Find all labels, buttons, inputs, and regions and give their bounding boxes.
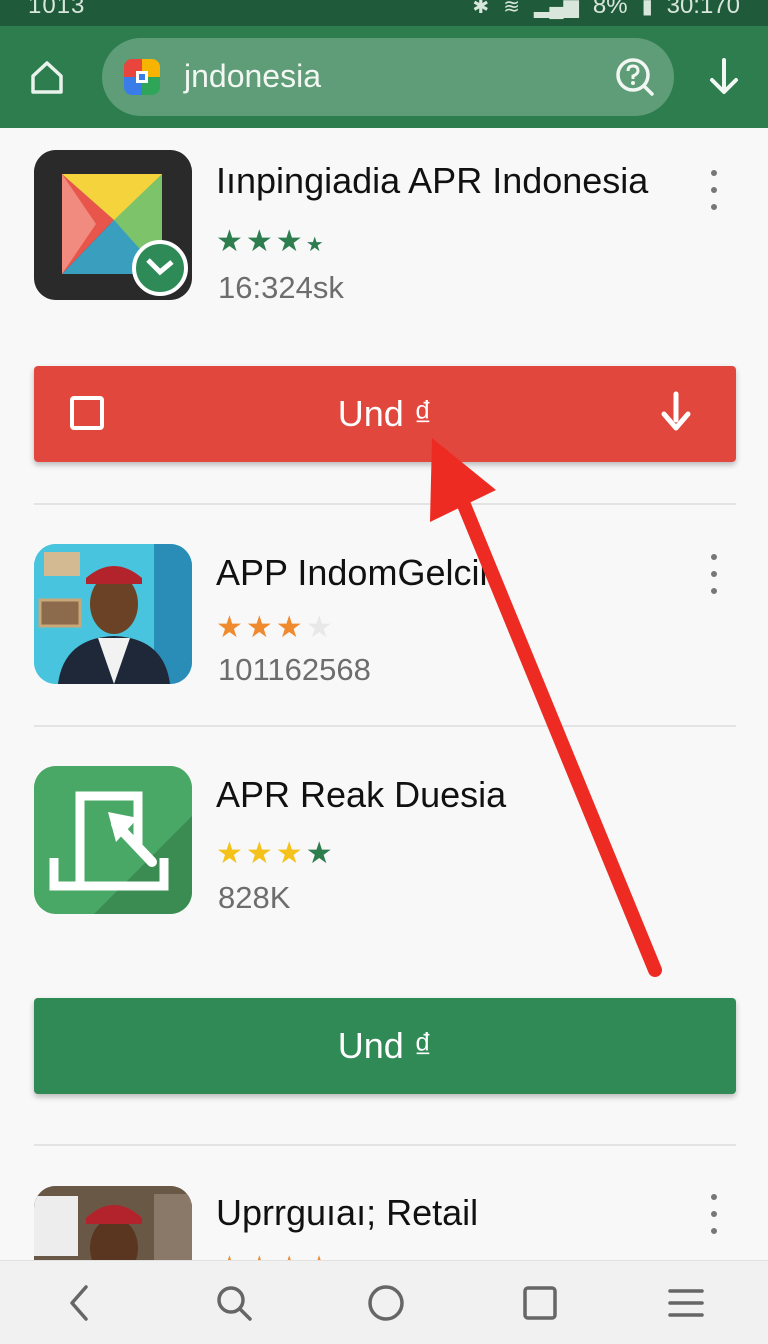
recents-button[interactable] [518,1281,562,1325]
red-action-button[interactable]: Und ₫ [34,366,736,462]
battery-percent: 8% [592,0,628,19]
app-downloads: 16:324sk [218,270,344,305]
back-button[interactable] [58,1281,102,1325]
divider [34,503,736,505]
list-item[interactable]: APR Reak Duesia ★★★★ 828K [0,766,768,926]
app-icon [34,766,192,914]
status-bar: 1013 ✱ ≋ ▂▄▆ 8% ▮ 30:170 [0,0,768,26]
rating-stars: ★★★★ [216,836,336,871]
star-icon: ★★★ [216,611,306,644]
wifi-icon: ≋ [503,0,520,18]
checkbox-icon[interactable] [70,396,104,430]
menu-icon [668,1289,704,1317]
star-icon: ★★★★ [216,1251,336,1260]
list-item[interactable]: APP IndomGelcil ★★★★ 101162568 [0,544,768,694]
half-star-icon: ★ [305,234,327,256]
bottom-nav-bar [0,1260,768,1344]
home-button[interactable] [24,54,70,100]
divider [34,725,736,727]
nav-home-button[interactable] [364,1281,408,1325]
status-icons: ✱ ≋ ▂▄▆ 8% ▮ 30:170 [472,0,740,20]
list-item[interactable]: Uprrguıaı; Retail ★★★★ [0,1184,768,1260]
top-toolbar: jndonesia [0,26,768,128]
empty-star-icon: ★ [305,611,336,644]
download-arrow-icon [656,390,696,436]
signal-icon: ▂▄▆ [533,0,579,18]
search-query[interactable]: jndonesia [184,58,321,95]
app-icon [34,150,192,300]
app-downloads: 828K [218,880,291,915]
status-time-left: 1013 [28,0,86,19]
overflow-menu-icon[interactable] [702,1194,726,1234]
back-icon [70,1285,88,1321]
app-downloads: 101162568 [218,652,371,687]
status-clock: 30:170 [666,0,740,19]
divider [34,1144,736,1146]
search-icon [217,1286,252,1321]
home-circle-icon [368,1285,404,1321]
nav-search-button[interactable] [212,1281,256,1325]
download-icon [710,58,738,94]
star-icon: ★★★ [216,225,306,258]
help-icon [616,58,654,96]
star-icon: ★ [305,837,336,870]
green-action-label: Und ₫ [337,1025,433,1066]
bluetooth-icon: ✱ [472,0,490,18]
app-title[interactable]: Iınpingiadia APR Indonesia [216,160,648,202]
overflow-menu-icon[interactable] [702,554,726,594]
app-icon-photo [34,544,192,684]
search-bar[interactable]: jndonesia [102,38,674,116]
help-button[interactable] [614,56,656,98]
green-action-button[interactable]: Und ₫ [34,998,736,1094]
app-list[interactable]: Iınpingiadia APR Indonesia ★★★★ 16:324sk… [0,128,768,1260]
list-item[interactable]: Iınpingiadia APR Indonesia ★★★★ 16:324sk [0,148,768,318]
home-icon [31,61,63,94]
overflow-menu-icon[interactable] [702,170,726,210]
rating-stars: ★★★★ [216,224,327,259]
download-button[interactable] [700,54,748,102]
app-title[interactable]: APP IndomGelcil [216,552,487,594]
app-icon-photo [34,1186,192,1260]
rating-stars: ★★★★ [216,610,336,645]
recents-icon [523,1286,557,1320]
store-logo-icon [124,59,160,95]
menu-button[interactable] [664,1281,708,1325]
battery-icon: ▮ [641,0,653,18]
rating-stars: ★★★★ [216,1250,336,1260]
red-action-label: Und ₫ [337,393,433,434]
star-icon: ★★★ [216,837,306,870]
app-title[interactable]: APR Reak Duesia [216,774,506,816]
app-title[interactable]: Uprrguıaı; Retail [216,1192,478,1234]
